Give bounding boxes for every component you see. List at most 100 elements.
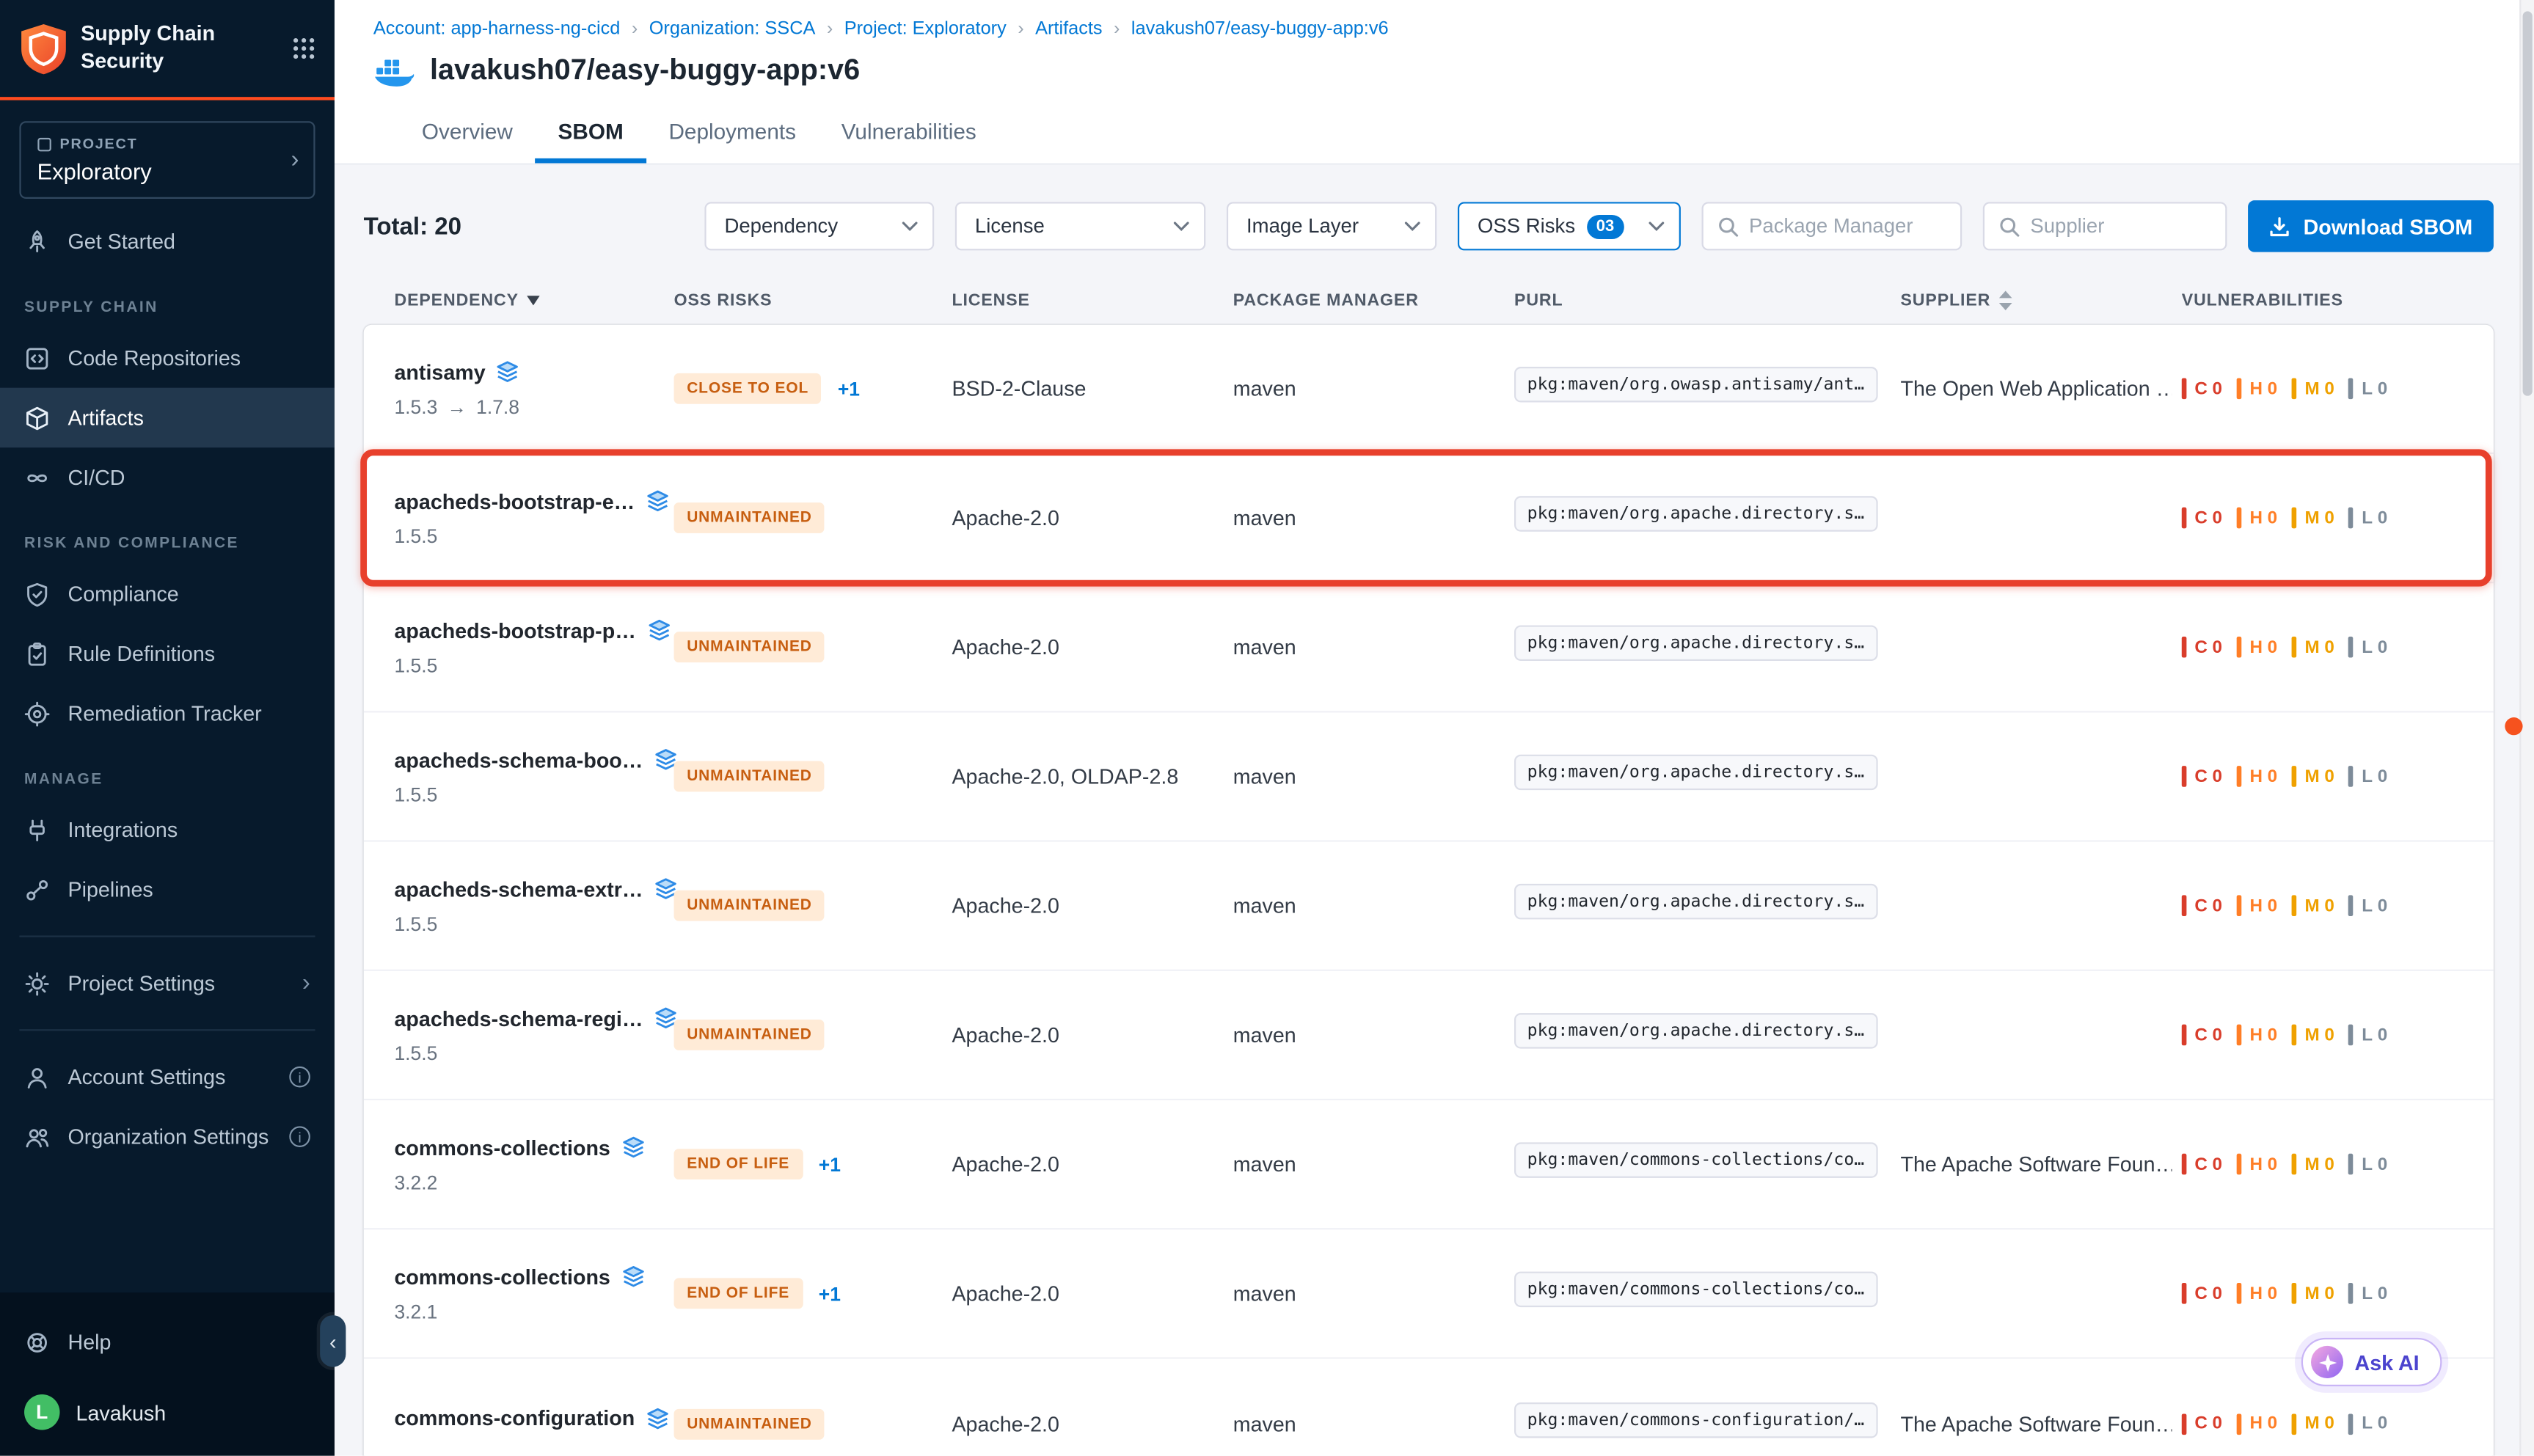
supplier-search-input[interactable]: [2030, 215, 2211, 238]
medium-count: M0: [2292, 1025, 2334, 1046]
dependency-cell: apacheds-schema-regi… 1.5.5: [394, 1006, 673, 1064]
sidebar-item-compliance[interactable]: Compliance: [0, 564, 335, 624]
table-row[interactable]: commons-configuration UNMAINTAINED Apach…: [364, 1359, 2494, 1456]
dependency-cell: commons-configuration: [394, 1405, 673, 1441]
chevron-down-icon: [1174, 222, 1190, 231]
scrollbar-thumb[interactable]: [2523, 11, 2533, 395]
sidebar-item-cicd[interactable]: CI/CD: [0, 447, 335, 508]
sidebar-item-project-settings[interactable]: Project Settings: [0, 954, 335, 1014]
purl-chip[interactable]: pkg:maven/commons-collections/co…: [1514, 1272, 1877, 1307]
purl-chip[interactable]: pkg:maven/org.apache.directory.s…: [1514, 625, 1877, 660]
sidebar-item-get-started[interactable]: Get Started: [0, 212, 335, 272]
breadcrumb-link[interactable]: Artifacts: [1007, 19, 1103, 38]
sidebar-item-artifacts[interactable]: Artifacts: [0, 388, 335, 448]
oss-risk-cell: END OF LIFE +1: [674, 1149, 952, 1179]
tab-sbom[interactable]: SBOM: [536, 103, 646, 164]
dependency-filter[interactable]: Dependency: [705, 202, 935, 250]
search-icon: [1718, 216, 1739, 237]
filter-label: Dependency: [724, 215, 838, 238]
risk-more-link[interactable]: +1: [819, 1282, 841, 1305]
license-filter[interactable]: License: [955, 202, 1205, 250]
license-cell: Apache-2.0: [952, 635, 1233, 659]
ask-ai-label: Ask AI: [2355, 1350, 2420, 1374]
table-row[interactable]: apacheds-bootstrap-e… 1.5.5 UNMAINTAINED…: [364, 454, 2494, 583]
sidebar-item-account-settings[interactable]: Account Settings: [0, 1047, 335, 1107]
users-icon: [24, 1124, 50, 1149]
high-count: H0: [2237, 1025, 2277, 1046]
page-header: Account: app-harness-ng-cicd Organizatio…: [335, 0, 2534, 103]
package-manager-search-input[interactable]: [1749, 215, 1946, 238]
sidebar-item-code-repositories[interactable]: Code Repositories: [0, 328, 335, 388]
package-manager-cell: maven: [1233, 1023, 1514, 1047]
severity-bar: [2292, 1025, 2297, 1046]
user-profile[interactable]: L Lavakush: [0, 1372, 335, 1430]
table-row[interactable]: apacheds-schema-boo… 1.5.5 UNMAINTAINED …: [364, 712, 2494, 841]
column-header-dependency[interactable]: DEPENDENCY: [394, 291, 673, 310]
purl-chip[interactable]: pkg:maven/org.apache.directory.s…: [1514, 884, 1877, 919]
purl-chip[interactable]: pkg:maven/org.apache.directory.s…: [1514, 496, 1877, 531]
sidebar-item-help[interactable]: Help: [0, 1312, 335, 1372]
image-layer-filter[interactable]: Image Layer: [1227, 202, 1437, 250]
layers-icon: [621, 1136, 644, 1159]
breadcrumb-link[interactable]: Account: app-harness-ng-cicd: [373, 19, 621, 38]
supplier-search[interactable]: [1983, 202, 2227, 250]
sidebar-collapse-handle[interactable]: [320, 1315, 346, 1367]
sidebar-item-integrations[interactable]: Integrations: [0, 800, 335, 860]
license-cell: Apache-2.0: [952, 1023, 1233, 1047]
low-count: L0: [2349, 1154, 2388, 1175]
severity-bar: [2182, 1154, 2187, 1175]
purl-chip[interactable]: pkg:maven/org.apache.directory.s…: [1514, 755, 1877, 790]
breadcrumb-link[interactable]: Project: Exploratory: [815, 19, 1006, 38]
purl-cell: pkg:maven/org.apache.directory.s…: [1514, 884, 1900, 927]
column-header-supplier[interactable]: SUPPLIER: [1900, 291, 2181, 310]
sort-descending-icon[interactable]: [527, 296, 540, 305]
package-manager-cell: maven: [1233, 376, 1514, 400]
severity-bar: [2292, 378, 2297, 399]
risk-badge: UNMAINTAINED: [674, 1408, 825, 1439]
project-selector[interactable]: PROJECT Exploratory: [19, 121, 315, 199]
table-row[interactable]: apacheds-schema-extr… 1.5.5 UNMAINTAINED…: [364, 842, 2494, 971]
sidebar-item-remediation-tracker[interactable]: Remediation Tracker: [0, 684, 335, 744]
purl-cell: pkg:maven/org.apache.directory.s…: [1514, 755, 1900, 798]
ask-ai-button[interactable]: Ask AI: [2301, 1338, 2442, 1386]
breadcrumb-link[interactable]: Organization: SSCA: [620, 19, 815, 38]
sidebar-item-rule-definitions[interactable]: Rule Definitions: [0, 623, 335, 684]
severity-bar: [2237, 895, 2242, 916]
purl-chip[interactable]: pkg:maven/org.apache.directory.s…: [1514, 1013, 1877, 1048]
tab-overview[interactable]: Overview: [399, 103, 536, 164]
severity-bar: [2292, 1154, 2297, 1175]
severity-bar: [2237, 1025, 2242, 1046]
sidebar-item-pipelines[interactable]: Pipelines: [0, 860, 335, 920]
table-row[interactable]: antisamy 1.5.3 → 1.7.8 CLOSE TO EOL +1 B…: [364, 325, 2494, 454]
info-icon[interactable]: [289, 1126, 310, 1147]
risk-badge: CLOSE TO EOL: [674, 373, 822, 404]
severity-bar: [2349, 508, 2354, 529]
table-row[interactable]: commons-collections 3.2.1 END OF LIFE +1…: [364, 1229, 2494, 1358]
table-body: antisamy 1.5.3 → 1.7.8 CLOSE TO EOL +1 B…: [364, 325, 2494, 1456]
search-icon: [1999, 216, 2020, 237]
download-sbom-button[interactable]: Download SBOM: [2249, 200, 2494, 252]
sidebar-item-organization-settings[interactable]: Organization Settings: [0, 1107, 335, 1167]
breadcrumb-link[interactable]: lavakush07/easy-buggy-app:v6: [1103, 19, 1389, 38]
purl-chip[interactable]: pkg:maven/commons-configuration/…: [1514, 1402, 1877, 1437]
info-icon[interactable]: [289, 1067, 310, 1088]
tab-vulnerabilities[interactable]: Vulnerabilities: [819, 103, 999, 164]
column-header-oss-risks: OSS RISKS: [674, 291, 952, 310]
apps-grid-icon[interactable]: [293, 37, 315, 60]
table-row[interactable]: apacheds-bootstrap-p… 1.5.5 UNMAINTAINED…: [364, 583, 2494, 712]
brand-title: Supply Chain Security: [81, 21, 215, 76]
oss-risks-filter[interactable]: OSS Risks 03: [1458, 202, 1682, 250]
sort-icon[interactable]: [1998, 291, 2012, 310]
tab-deployments[interactable]: Deployments: [646, 103, 819, 164]
toolbar: Total: 20 Dependency License: [364, 200, 2494, 252]
package-manager-search[interactable]: [1702, 202, 1962, 250]
dependency-name: commons-collections: [394, 1135, 610, 1159]
supplier-cell: The Apache Software Foun…: [1900, 1152, 2172, 1177]
table-row[interactable]: apacheds-schema-regi… 1.5.5 UNMAINTAINED…: [364, 971, 2494, 1100]
purl-chip[interactable]: pkg:maven/org.owasp.antisamy/ant…: [1514, 367, 1877, 402]
purl-chip[interactable]: pkg:maven/commons-collections/co…: [1514, 1142, 1877, 1177]
risk-more-link[interactable]: +1: [819, 1153, 841, 1176]
table-row[interactable]: commons-collections 3.2.2 END OF LIFE +1…: [364, 1100, 2494, 1229]
risk-more-link[interactable]: +1: [838, 377, 860, 400]
breadcrumb: Account: app-harness-ng-cicd Organizatio…: [373, 19, 2534, 38]
